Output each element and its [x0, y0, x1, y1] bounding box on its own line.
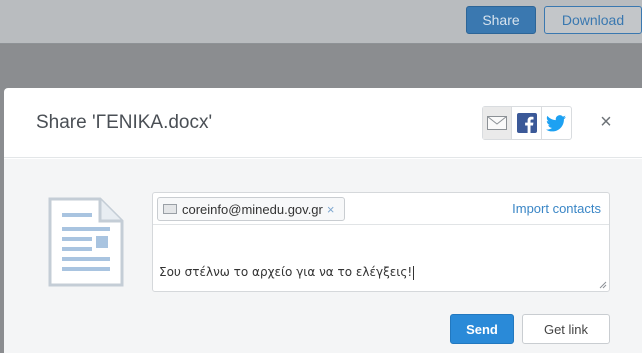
recipient-email: coreinfo@minedu.gov.gr: [182, 201, 323, 217]
recipient-tag: coreinfo@minedu.gov.gr ×: [157, 197, 345, 221]
message-textarea[interactable]: Σου στέλνω το αρχείο για να το ελέγξεις!: [153, 226, 609, 291]
remove-recipient-icon[interactable]: ×: [327, 202, 335, 217]
recipient-input[interactable]: coreinfo@minedu.gov.gr × Import contacts: [153, 193, 609, 225]
dialog-title: Share 'ΓΕΝΙΚΑ.docx': [36, 112, 213, 133]
background-download-button: Download: [544, 6, 642, 34]
document-icon: [48, 197, 124, 287]
text-caret: [413, 265, 415, 280]
resize-grip-icon[interactable]: [599, 281, 607, 289]
message-content: Σου στέλνω το αρχείο για να το ελέγξεις!: [159, 265, 413, 279]
contact-card-icon: [163, 204, 177, 214]
dialog-body: coreinfo@minedu.gov.gr × Import contacts…: [4, 159, 642, 353]
email-share-button[interactable]: [483, 107, 513, 139]
send-button[interactable]: Send: [450, 314, 514, 344]
share-compose-box: coreinfo@minedu.gov.gr × Import contacts…: [152, 192, 610, 292]
get-link-button[interactable]: Get link: [522, 314, 610, 344]
message-text: Σου στέλνω το αρχείο για να το ελέγξεις!: [159, 265, 415, 280]
twitter-icon: [546, 114, 567, 131]
close-icon[interactable]: ×: [598, 112, 614, 132]
social-share-group: [482, 106, 572, 140]
share-dialog: Share 'ΓΕΝΙΚΑ.docx' × coreinfo@minedu.go…: [4, 88, 642, 353]
facebook-share-button[interactable]: [512, 107, 542, 139]
twitter-share-button[interactable]: [542, 107, 571, 139]
email-icon: [487, 116, 508, 130]
background-share-button: Share: [466, 6, 536, 34]
facebook-icon: [516, 113, 537, 133]
dialog-header: Share 'ΓΕΝΙΚΑ.docx' ×: [4, 88, 642, 158]
import-contacts-link[interactable]: Import contacts: [512, 201, 601, 216]
background-toolbar: Share Download: [0, 0, 642, 44]
